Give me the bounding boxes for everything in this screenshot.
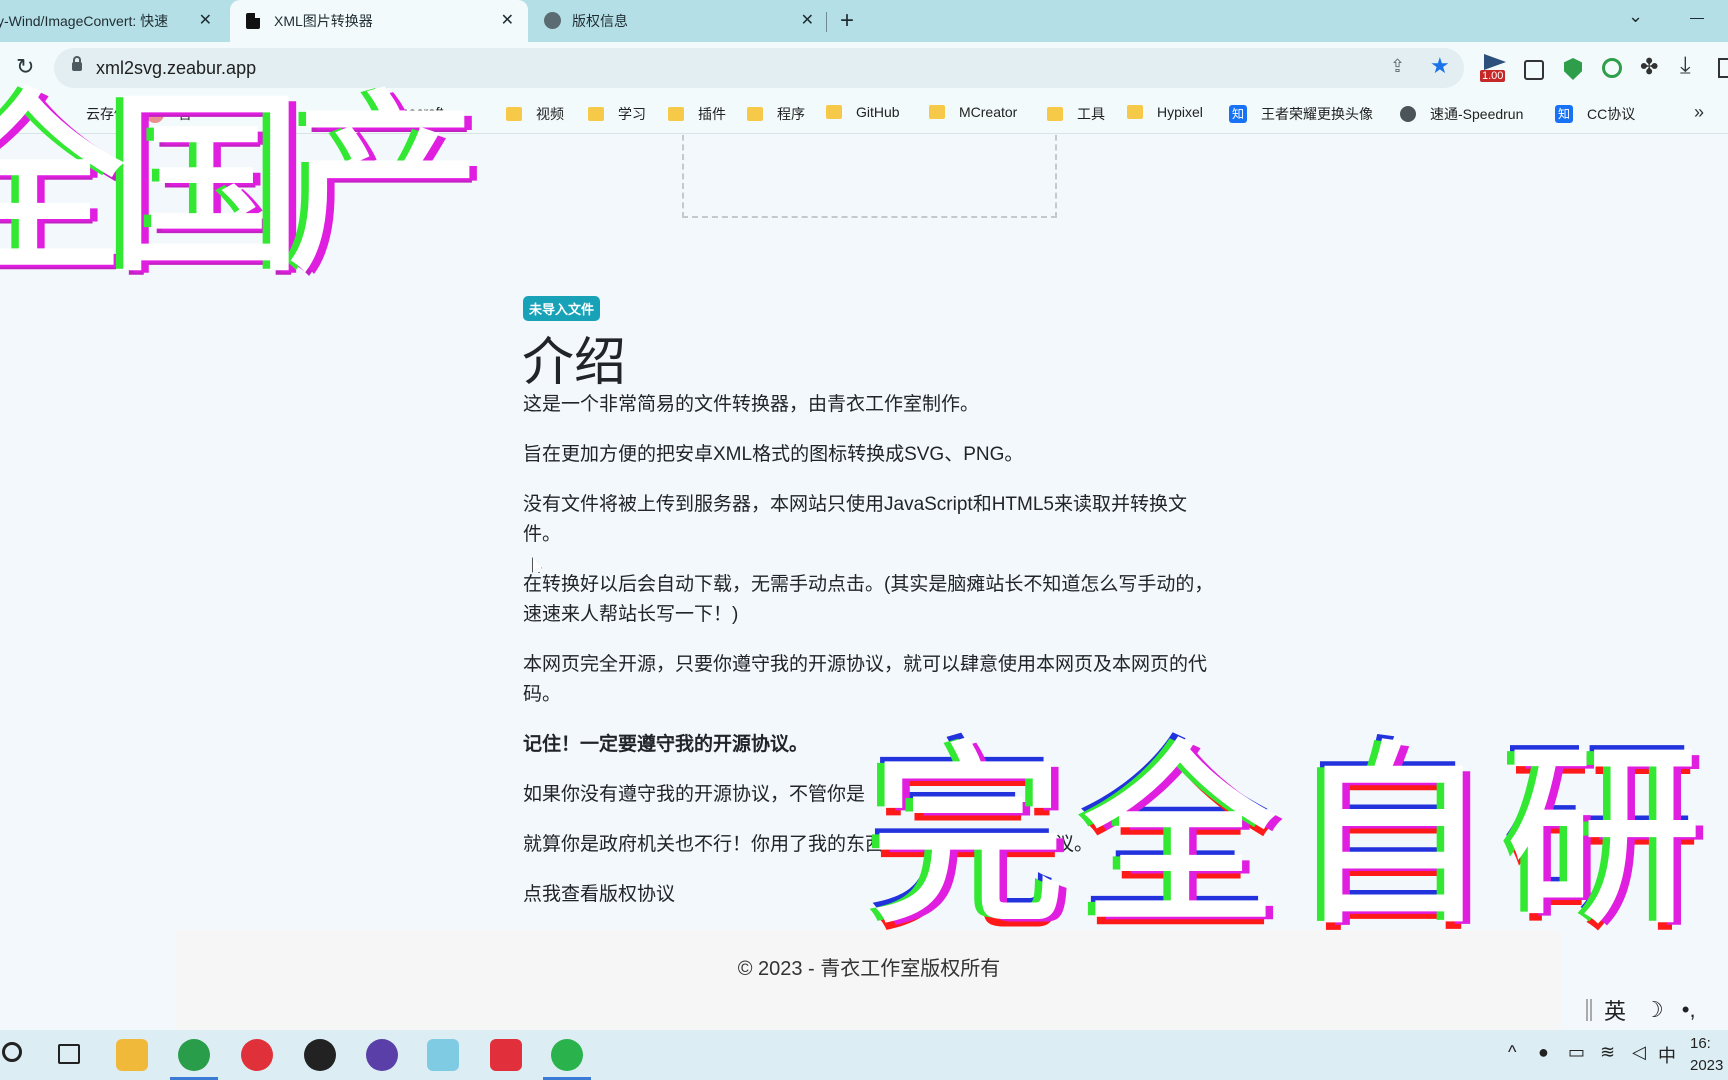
task-view-icon[interactable] [58, 1044, 80, 1064]
footer-text: © 2023 - 青衣工作室版权所有 [737, 958, 1001, 980]
intro-paragraph: 在转换好以后会自动下载，无需手动点击。(其实是脑瘫站长不知道怎么写手动的，速速来… [523, 574, 1214, 625]
intro-paragraph: 旨在更加方便的把安卓XML格式的图标转换成SVG、PNG。 [523, 444, 1024, 465]
ime-language-toggle[interactable]: 英 [1604, 994, 1626, 1026]
tab-strip: y-Wind/ImageConvert: 快速 ✕ XML图片转换器 ✕ 版权信… [0, 0, 1728, 42]
status-badge: 未导入文件 [523, 296, 601, 321]
share-icon[interactable]: ⇪ [1390, 56, 1405, 77]
bookmark-speedrun[interactable]: 速通-Speedrun [1400, 104, 1523, 124]
drag-handle-icon[interactable] [1586, 999, 1592, 1021]
youdao-icon[interactable] [490, 1039, 522, 1071]
chevron-up-icon[interactable]: ^ [1508, 1042, 1516, 1063]
tab-copyright[interactable]: 版权信息 ✕ [530, 0, 828, 42]
github-desktop-icon[interactable] [366, 1039, 398, 1071]
intro-paragraph: 本网页完全开源，只要你遵守我的开源协议，就可以肆意使用本网页及本网页的代码。 [523, 654, 1208, 705]
check-shield-icon[interactable] [1602, 58, 1622, 78]
bookmark-honor-of-kings[interactable]: 知王者荣耀更换头像 [1229, 104, 1373, 124]
tab-imageconvert[interactable]: y-Wind/ImageConvert: 快速 ✕ [0, 0, 226, 42]
bookmark-label: GitHub [856, 104, 900, 120]
volume-icon[interactable]: ◁ [1632, 1042, 1646, 1063]
bookmark-video[interactable]: 视频 [506, 104, 564, 124]
bookmark-hypixel[interactable]: Hypixel [1127, 104, 1203, 120]
file-drop-zone[interactable] [682, 135, 1057, 218]
wifi-icon[interactable]: ≋ [1600, 1042, 1615, 1063]
folder-icon [668, 107, 684, 121]
overlay-sticker-top: 全国产 [0, 72, 484, 300]
live2d-icon[interactable] [427, 1039, 459, 1071]
bookmark-programs[interactable]: 程序 [747, 104, 805, 124]
zhihu-icon: 知 [1229, 105, 1247, 123]
download-icon[interactable]: ⤓ [1680, 52, 1691, 80]
intro-paragraph: 这是一个非常简易的文件转换器，由青衣工作室制作。 [523, 394, 980, 415]
folder-icon [826, 105, 842, 119]
folder-icon [506, 107, 522, 121]
intro-paragraph: 没有文件将被上传到服务器，本网站只使用JavaScript和HTML5来读取并转… [523, 494, 1187, 545]
extensions-icon[interactable]: ✤ [1640, 54, 1658, 80]
copy-icon[interactable] [1524, 60, 1544, 80]
bookmark-label: 工具 [1077, 106, 1105, 122]
clock-date: 2023 [1690, 1057, 1724, 1074]
input-method-indicator[interactable]: 中 [1658, 1042, 1676, 1068]
tab-xml-converter[interactable]: XML图片转换器 ✕ [230, 0, 528, 42]
flag-icon [1484, 54, 1506, 70]
folder-icon [1047, 107, 1063, 121]
bookmark-label: 插件 [698, 106, 726, 122]
folder-icon [1127, 105, 1143, 119]
ime-toolbar: 英 ☽ •, [1570, 990, 1728, 1030]
system-clock[interactable]: 16: 2023 [1690, 1033, 1723, 1077]
zhihu-icon: 知 [1555, 105, 1573, 123]
svg-file-icon [246, 13, 260, 29]
bookmark-label: 程序 [777, 106, 805, 122]
star-icon[interactable]: ★ [1430, 53, 1450, 79]
folder-icon [747, 107, 763, 121]
bookmark-mcreator[interactable]: MCreator [929, 104, 1017, 120]
file-explorer-icon[interactable] [116, 1039, 148, 1071]
bookmark-label: 速通-Speedrun [1430, 106, 1524, 122]
tab-title: 版权信息 [572, 13, 628, 29]
battery-icon[interactable]: ▭ [1568, 1042, 1585, 1063]
speed-extension-icon[interactable]: 1.00 [1480, 54, 1510, 84]
clock-time: 16: [1690, 1035, 1711, 1052]
bookmark-label: Hypixel [1157, 104, 1203, 120]
search-icon[interactable] [2, 1042, 22, 1062]
bookmark-label: 视频 [536, 106, 564, 122]
speed-badge: 1.00 [1480, 70, 1506, 82]
folder-icon [929, 105, 945, 119]
close-icon[interactable]: ✕ [501, 12, 514, 30]
netease-music-icon[interactable] [241, 1039, 273, 1071]
windows-taskbar: ^ ● ▭ ≋ ◁ 中 16: 2023 [0, 1030, 1728, 1080]
page-title: 介绍 [522, 334, 627, 392]
chrome-icon[interactable] [170, 1039, 218, 1080]
new-tab-button[interactable]: + [840, 6, 854, 36]
microphone-icon[interactable]: ● [1538, 1042, 1549, 1063]
bookmark-cc-license[interactable]: 知 CC协议 [1555, 104, 1635, 124]
lock-icon[interactable] [72, 56, 82, 71]
overlay-sticker-bottom: 完全自研 [868, 724, 1719, 952]
globe-icon [544, 12, 561, 29]
bookmark-label: MCreator [959, 104, 1018, 120]
bookmark-label: 学习 [618, 106, 646, 122]
folder-icon [588, 107, 604, 121]
tab-title: XML图片转换器 [274, 13, 373, 29]
wechat-icon[interactable] [543, 1039, 591, 1080]
minimize-button[interactable] [1690, 18, 1704, 19]
chevron-down-icon[interactable]: ⌄ [1628, 6, 1643, 27]
bookmark-label: 王者荣耀更换头像 [1261, 106, 1373, 122]
moon-icon[interactable]: ☽ [1644, 997, 1664, 1023]
bookmark-github[interactable]: GitHub [826, 104, 900, 120]
bookmark-plugins[interactable]: 插件 [668, 104, 726, 124]
bookmarks-more-button[interactable]: » [1694, 102, 1704, 123]
globe-icon [1400, 106, 1416, 122]
side-panel-icon[interactable] [1718, 58, 1728, 78]
qq-icon[interactable] [304, 1039, 336, 1071]
tab-divider [826, 12, 827, 32]
close-icon[interactable]: ✕ [199, 12, 212, 30]
bookmark-label: CC协议 [1587, 106, 1636, 122]
bookmark-study[interactable]: 学习 [588, 104, 646, 124]
punctuation-toggle[interactable]: •, [1682, 997, 1696, 1023]
tab-title: y-Wind/ImageConvert: 快速 [0, 13, 169, 29]
close-icon[interactable]: ✕ [801, 12, 814, 30]
bookmark-tools[interactable]: 工具 [1047, 104, 1105, 124]
